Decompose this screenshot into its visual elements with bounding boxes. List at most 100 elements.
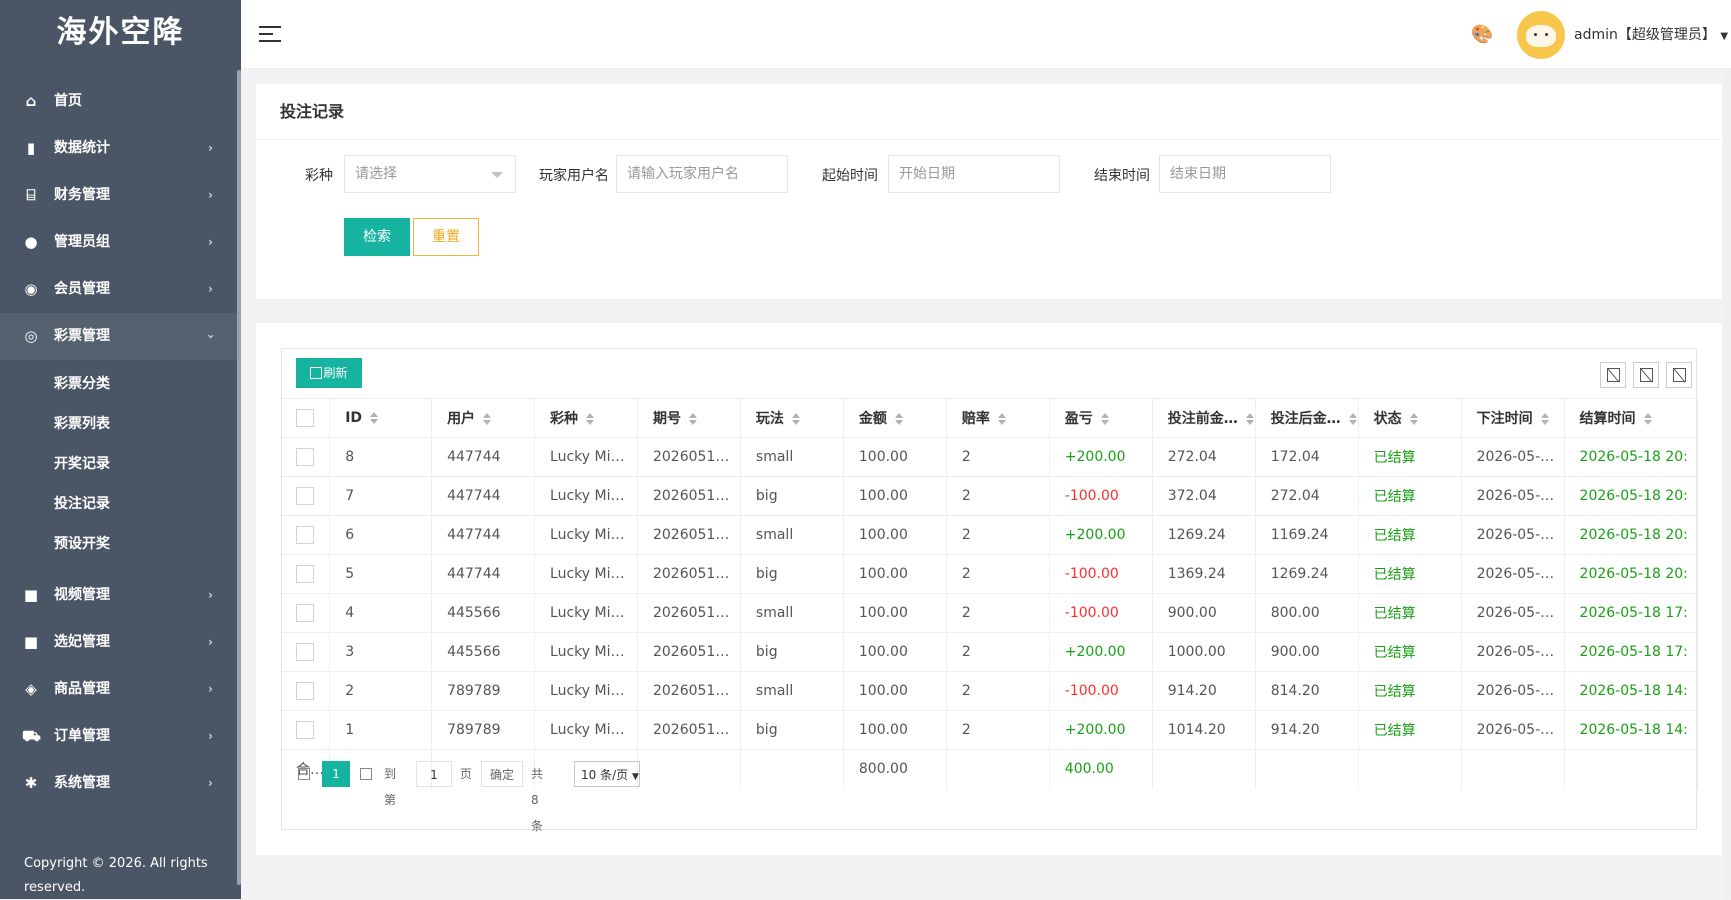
cell-user: 447744	[431, 515, 536, 555]
column-header[interactable]: 用户	[431, 398, 536, 438]
next-page-icon[interactable]	[360, 761, 373, 787]
sort-icon[interactable]	[894, 413, 903, 425]
row-checkbox[interactable]	[296, 643, 314, 661]
sort-icon[interactable]	[1409, 413, 1418, 425]
cell-id: 6	[329, 515, 433, 555]
sidebar-item-7[interactable]: ■ 选妃管理 ›	[0, 619, 241, 666]
start-date-input[interactable]: 开始日期	[888, 155, 1060, 193]
chevron-right-icon: ›	[208, 682, 213, 696]
cell-profit: +200.00	[1049, 710, 1153, 750]
sidebar-item-8[interactable]: ◈ 商品管理 ›	[0, 666, 241, 713]
submenu-item[interactable]: 开奖记录	[0, 444, 241, 484]
column-header[interactable]: 投注后金…	[1255, 398, 1359, 438]
print-icon[interactable]	[1666, 362, 1692, 388]
row-checkbox[interactable]	[296, 721, 314, 739]
cell-before: 1269.24	[1152, 515, 1256, 555]
sidebar-item-10[interactable]: ✱ 系统管理 ›	[0, 760, 241, 807]
user-name-label: admin【超级管理员】	[1574, 27, 1716, 43]
sidebar-item-0[interactable]: ⌂ 首页	[0, 78, 241, 125]
column-header[interactable]: ID	[329, 398, 433, 438]
submenu-item[interactable]: 彩票分类	[0, 364, 241, 404]
empty-cell	[1255, 749, 1359, 789]
column-header[interactable]: 赔率	[946, 398, 1050, 438]
page-scrollbar[interactable]	[1723, 69, 1731, 899]
sidebar-item-4[interactable]: ◉ 会员管理 ›	[0, 266, 241, 313]
row-checkbox[interactable]	[296, 526, 314, 544]
column-header-label: ID	[345, 410, 363, 426]
submenu-item[interactable]: 彩票列表	[0, 404, 241, 444]
page-size-select[interactable]: 10 条/页 ▼	[574, 761, 640, 787]
gamepad-icon: ◎	[24, 327, 38, 345]
sidebar-item-9[interactable]: ⛟ 订单管理 ›	[0, 713, 241, 760]
sort-icon[interactable]	[997, 413, 1006, 425]
row-checkbox[interactable]	[296, 565, 314, 583]
sidebar-menu: ⌂ 首页 ▮ 数据统计 › ⌸ 财务管理 › ● 管理员组 › ◉ 会员管理 › ◎ 彩票管理 › 彩票分类 彩票列…	[0, 78, 241, 807]
select-all-checkbox[interactable]	[296, 409, 314, 427]
row-checkbox[interactable]	[296, 682, 314, 700]
sort-icon[interactable]	[1540, 413, 1549, 425]
page-1-button[interactable]: 1	[322, 761, 350, 787]
username-input[interactable]: 请输入玩家用户名	[616, 155, 788, 193]
sidebar-item-1[interactable]: ▮ 数据统计 ›	[0, 125, 241, 172]
sort-icon[interactable]	[1348, 413, 1357, 425]
column-header[interactable]: 状态	[1358, 398, 1462, 438]
submenu-item[interactable]: 投注记录	[0, 484, 241, 524]
sidebar-item-6[interactable]: ■ 视频管理 ›	[0, 572, 241, 619]
lottery-select[interactable]: 请选择	[344, 155, 516, 193]
theme-palette-icon[interactable]: 🎨	[1471, 24, 1493, 45]
column-header[interactable]: 投注前金…	[1152, 398, 1256, 438]
table-row[interactable]: 5 447744 Lucky Mi… 2026051… big 100.00 2 -100.0…	[282, 554, 1699, 594]
export-icon[interactable]	[1633, 362, 1659, 388]
column-header-label: 赔率	[961, 411, 990, 427]
cell-odds: 2	[946, 437, 1050, 477]
column-header[interactable]: 盈亏	[1049, 398, 1153, 438]
sidebar-scrollbar[interactable]	[237, 70, 241, 885]
sort-icon[interactable]	[1643, 413, 1652, 425]
column-header[interactable]: 结算时间	[1564, 398, 1699, 438]
user-menu[interactable]: admin【超级管理员】 ▼	[1574, 24, 1728, 44]
sort-icon[interactable]	[1245, 413, 1254, 425]
cell-settle_time: 2026-05-18 14:	[1564, 671, 1699, 711]
prev-page-icon[interactable]	[298, 761, 311, 787]
table-row[interactable]: 1 789789 Lucky Mi… 2026051… big 100.00 2 +200.0…	[282, 710, 1699, 750]
column-header[interactable]: 下注时间	[1461, 398, 1565, 438]
sidebar-item-3[interactable]: ● 管理员组 ›	[0, 219, 241, 266]
table-row[interactable]: 8 447744 Lucky Mi… 2026051… small 100.00 2 +200…	[282, 437, 1699, 477]
cell-profit: -100.00	[1049, 671, 1153, 711]
columns-filter-icon[interactable]	[1600, 362, 1626, 388]
sort-icon[interactable]	[791, 413, 800, 425]
row-checkbox[interactable]	[296, 604, 314, 622]
goto-confirm-button[interactable]: 确定	[481, 761, 523, 787]
row-checkbox[interactable]	[296, 448, 314, 466]
reset-button[interactable]: 重置	[413, 218, 479, 256]
table-row[interactable]: 4 445566 Lucky Mi… 2026051… small 100.00 2 -100…	[282, 593, 1699, 633]
table-row[interactable]: 7 447744 Lucky Mi… 2026051… big 100.00 2 -100.0…	[282, 476, 1699, 516]
sort-icon[interactable]	[586, 413, 595, 425]
sort-icon[interactable]	[483, 413, 492, 425]
search-button[interactable]: 检索	[344, 218, 410, 256]
row-checkbox[interactable]	[296, 487, 314, 505]
sort-icon[interactable]	[688, 413, 697, 425]
column-header[interactable]: 玩法	[740, 398, 844, 438]
cell-bet_time: 2026-05-…	[1461, 671, 1565, 711]
table-panel: 刷新 ID 用户 彩种 期号 玩法 金额 赔率 盈亏 投注前金… 投注后金… 状态 下注时间 结算时间 …	[256, 323, 1722, 855]
cell-profit: +200.00	[1049, 515, 1153, 555]
sidebar-item-2[interactable]: ⌸ 财务管理 ›	[0, 172, 241, 219]
goto-page-input[interactable]: 1	[416, 761, 452, 787]
column-header[interactable]: 金额	[843, 398, 947, 438]
submenu-item[interactable]: 预设开奖	[0, 524, 241, 564]
refresh-button[interactable]: 刷新	[296, 358, 362, 388]
sort-icon[interactable]	[370, 412, 379, 424]
chevron-right-icon: ›	[208, 729, 213, 743]
sort-icon[interactable]	[1100, 413, 1109, 425]
table-row[interactable]: 3 445566 Lucky Mi… 2026051… big 100.00 2 +200.0…	[282, 632, 1699, 672]
end-date-input[interactable]: 结束日期	[1159, 155, 1331, 193]
column-header[interactable]: 期号	[637, 398, 741, 438]
table-row[interactable]: 2 789789 Lucky Mi… 2026051… small 100.00 2 -100…	[282, 671, 1699, 711]
avatar[interactable]	[1517, 11, 1565, 59]
column-header[interactable]: 彩种	[534, 398, 638, 438]
table-row[interactable]: 6 447744 Lucky Mi… 2026051… small 100.00 2 +200…	[282, 515, 1699, 555]
menu-toggle-icon[interactable]	[259, 26, 281, 44]
sidebar-item-5[interactable]: ◎ 彩票管理 ›	[0, 313, 241, 360]
cell-lottery: Lucky Mi…	[534, 554, 638, 594]
